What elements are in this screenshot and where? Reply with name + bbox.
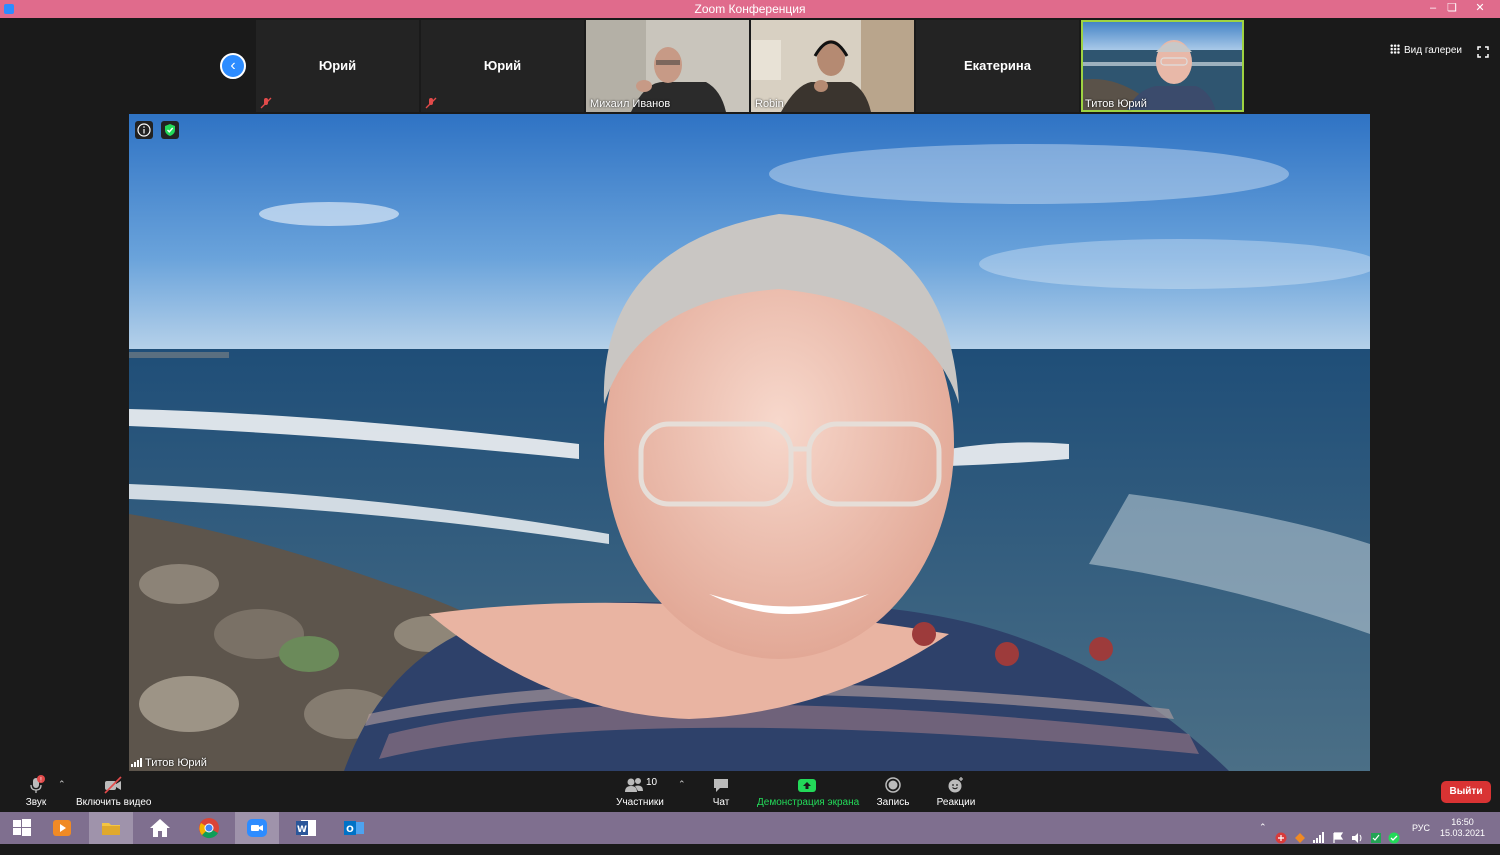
speaker-name-label: Титов Юрий xyxy=(131,757,207,769)
start-video-button[interactable]: Включить видео xyxy=(76,775,152,808)
muted-mic-icon xyxy=(260,97,272,109)
participant-tile[interactable]: Юрий xyxy=(256,20,419,112)
participant-name: Robin xyxy=(755,98,784,110)
audio-label: Звук xyxy=(25,797,47,808)
chat-label: Чат xyxy=(712,797,730,808)
start-button[interactable] xyxy=(0,812,44,844)
taskbar-chrome[interactable] xyxy=(187,812,231,844)
windows-taskbar: W O ⌃ РУС 16:50 15.03.2021 xyxy=(0,812,1500,844)
speaker-name: Титов Юрий xyxy=(145,757,207,769)
reactions-icon xyxy=(948,777,963,793)
volume-icon[interactable] xyxy=(1351,822,1363,854)
home-icon xyxy=(150,819,170,837)
gallery-view-label: Вид галереи xyxy=(1404,45,1462,56)
meeting-toolbar: ! Звук ⌃ Включить видео 10 Участники ⌃ Ч… xyxy=(0,771,1500,812)
windows-start-icon xyxy=(13,819,31,836)
participant-name: Екатерина xyxy=(963,58,1032,73)
taskbar-file-explorer[interactable] xyxy=(89,812,133,844)
previous-page-button[interactable]: ‹ xyxy=(220,53,246,79)
participant-name: Юрий xyxy=(483,58,522,73)
record-label: Запись xyxy=(876,797,910,808)
chat-icon xyxy=(714,779,728,792)
reactions-button[interactable]: Реакции xyxy=(934,775,978,808)
participant-tile[interactable]: Екатерина xyxy=(916,20,1079,112)
participants-icon xyxy=(624,778,643,792)
taskbar-zoom[interactable] xyxy=(235,812,279,844)
grid-icon xyxy=(1390,44,1400,54)
participant-tile[interactable]: Robin xyxy=(751,20,914,112)
share-screen-button[interactable]: Демонстрация экрана xyxy=(757,775,860,808)
participant-tile[interactable]: Михаил Иванов xyxy=(586,20,749,112)
taskbar-word[interactable]: W xyxy=(284,812,328,844)
participants-count: 10 xyxy=(645,777,658,788)
system-clock[interactable]: 16:50 15.03.2021 xyxy=(1440,817,1485,839)
participant-name: Титов Юрий xyxy=(1085,98,1147,110)
chevron-left-icon: ‹ xyxy=(230,57,236,74)
participants-options-caret-icon[interactable]: ⌃ xyxy=(678,779,686,790)
video-off-icon xyxy=(104,776,122,794)
clock-date: 15.03.2021 xyxy=(1440,828,1486,838)
fullscreen-icon[interactable] xyxy=(1477,46,1489,58)
media-player-icon xyxy=(53,820,71,836)
taskbar-home[interactable] xyxy=(138,812,182,844)
file-explorer-icon xyxy=(102,823,120,835)
encryption-shield-icon[interactable] xyxy=(161,121,179,139)
svg-text:!: ! xyxy=(40,777,42,784)
muted-mic-icon xyxy=(425,97,437,109)
taskbar-media-player[interactable] xyxy=(40,812,84,844)
flag-notification-icon[interactable] xyxy=(1332,822,1344,854)
audio-button[interactable]: ! Звук xyxy=(20,775,52,808)
meeting-info-icon[interactable] xyxy=(135,121,153,139)
zoom-icon xyxy=(247,819,267,837)
check-status-icon[interactable] xyxy=(1388,822,1400,854)
record-button[interactable]: Запись xyxy=(874,775,912,808)
tray-expand-caret-icon[interactable]: ⌃ xyxy=(1259,822,1267,854)
signal-bars-icon xyxy=(131,758,142,767)
clock-time: 16:50 xyxy=(1451,817,1474,827)
leave-meeting-button[interactable]: Выйти xyxy=(1441,781,1491,803)
participant-strip: ‹ Юрий Юрий Михаил Иванов Robin Екатерин… xyxy=(0,18,1500,114)
record-icon xyxy=(885,777,901,793)
speaker-video-frame xyxy=(129,114,1370,771)
window-titlebar: Zoom Конференция – ❏ ✕ xyxy=(0,0,1500,18)
restore-button[interactable]: ❏ xyxy=(1445,1,1459,15)
share-screen-label: Демонстрация экрана xyxy=(757,797,860,808)
participant-tile-active-speaker[interactable]: Титов Юрий xyxy=(1081,20,1244,112)
svg-text:O: O xyxy=(346,825,354,835)
participant-tile[interactable]: Юрий xyxy=(421,20,584,112)
word-icon: W xyxy=(296,820,316,836)
input-language[interactable]: РУС xyxy=(1412,823,1430,855)
reactions-label: Реакции xyxy=(936,797,976,808)
chrome-icon xyxy=(199,818,219,839)
network-signal-icon[interactable] xyxy=(1313,822,1325,854)
microphone-icon: ! xyxy=(30,775,45,793)
window-title: Zoom Конференция xyxy=(694,2,806,16)
share-screen-icon xyxy=(798,779,816,792)
update-tray-icon[interactable] xyxy=(1294,822,1306,854)
participants-label: Участники xyxy=(616,797,664,808)
participants-button[interactable]: 10 Участники xyxy=(614,775,666,808)
svg-text:W: W xyxy=(297,825,307,835)
audio-options-caret-icon[interactable]: ⌃ xyxy=(58,779,66,790)
participant-name: Юрий xyxy=(318,58,357,73)
antivirus-tray-icon[interactable] xyxy=(1275,822,1287,854)
close-button[interactable]: ✕ xyxy=(1473,1,1487,15)
minimize-button[interactable]: – xyxy=(1426,1,1440,15)
outlook-icon: O xyxy=(344,821,364,835)
taskbar-outlook[interactable]: O xyxy=(332,812,376,844)
gallery-view-button[interactable]: Вид галереи xyxy=(1390,44,1462,56)
start-video-label: Включить видео xyxy=(76,797,152,808)
main-speaker-video: Титов Юрий xyxy=(129,114,1370,771)
participants-icon-group: 10 xyxy=(618,775,662,795)
chat-button[interactable]: Чат xyxy=(706,775,736,808)
participant-name: Михаил Иванов xyxy=(590,98,671,110)
security-status-icon[interactable] xyxy=(1370,822,1382,854)
